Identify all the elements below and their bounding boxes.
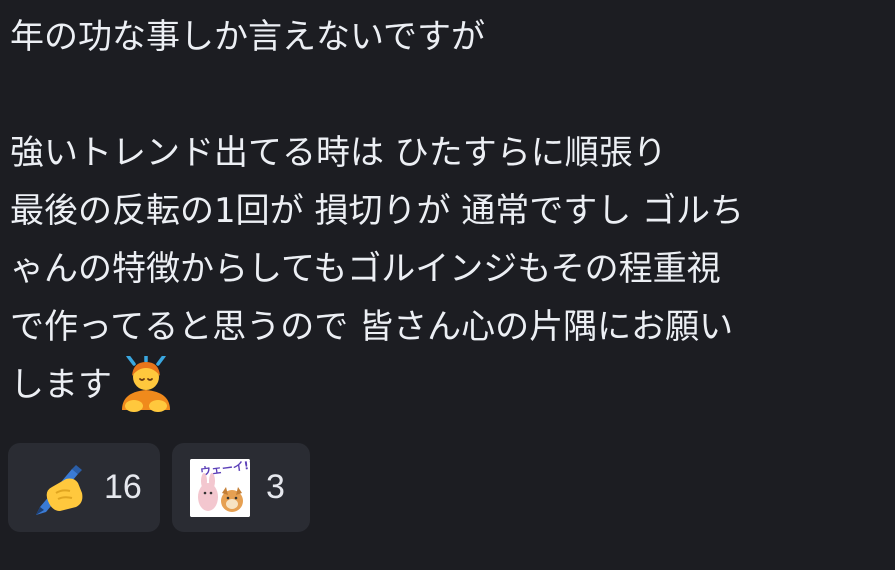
person-bowing-icon xyxy=(116,356,178,412)
message-line-2 xyxy=(10,66,885,124)
message-line-3: 強いトレンド出てる時は ひたすらに順張り xyxy=(10,133,667,173)
message-line-6: で作ってると思うので 皆さん心の片隅にお願い xyxy=(10,307,734,347)
reaction-writing-hand[interactable]: 16 xyxy=(8,443,160,532)
reactions-bar: 16 ウェーイ!! 3 xyxy=(8,443,310,532)
message-line-7: します xyxy=(10,365,112,405)
sticker-wee-icon: ウェーイ!! xyxy=(190,458,250,517)
message-line-7-wrap: します xyxy=(10,356,885,414)
reaction-count: 16 xyxy=(104,468,142,506)
reaction-sticker[interactable]: ウェーイ!! 3 xyxy=(172,443,310,532)
message-line-5: ゃんの特徴からしてもゴルインジもその程重視 xyxy=(10,249,721,289)
message-line-4: 最後の反転の1回が 損切りが 通常ですし ゴルち xyxy=(10,191,745,231)
reaction-count: 3 xyxy=(266,468,285,506)
message-body: 年の功な事しか言えないですが 強いトレンド出てる時は ひたすらに順張り 最後の反… xyxy=(10,8,885,414)
message-line-1: 年の功な事しか言えないですが xyxy=(10,17,485,57)
writing-hand-icon xyxy=(26,457,88,519)
